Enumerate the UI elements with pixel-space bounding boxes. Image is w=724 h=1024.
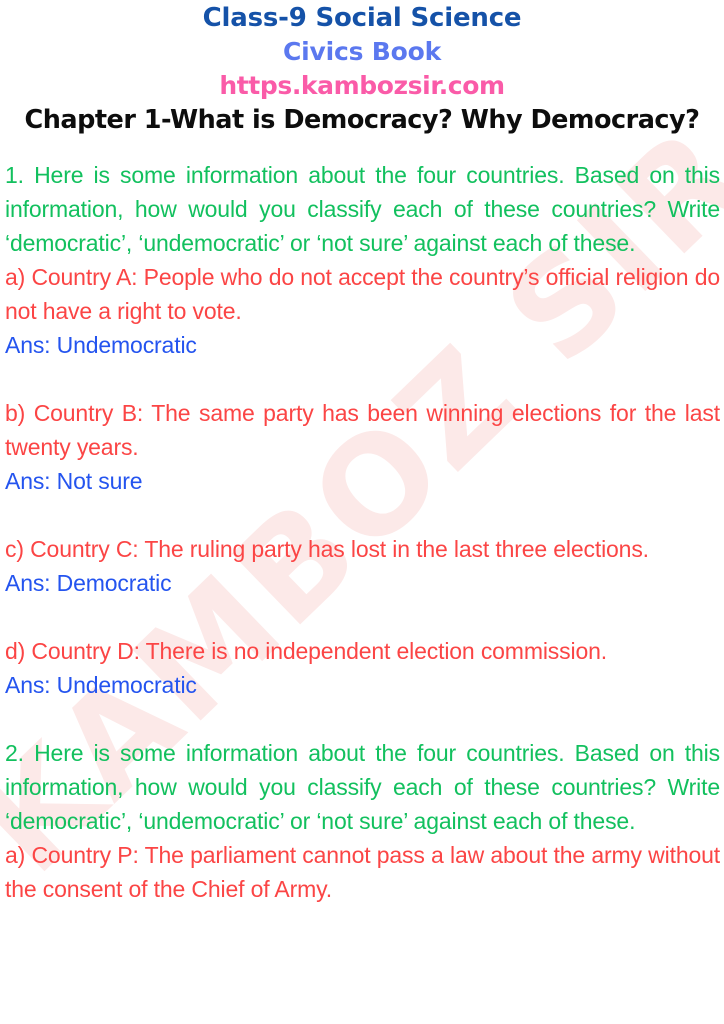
class-subject-title: Class-9 Social Science: [202, 3, 522, 33]
question-1-item-d-prompt: d) Country D: There is no independent el…: [5, 637, 607, 664]
question-1-stem: 1. Here is some information about the fo…: [5, 161, 720, 256]
website-url[interactable]: https.kambozsir.com: [0, 64, 724, 98]
question-2-item-a-prompt: a) Country P: The parliament cannot pass…: [5, 841, 720, 902]
chapter-title: Chapter 1-What is Democracy? Why Democra…: [24, 105, 700, 135]
document-content: Class-9 Social Science Civics Book https…: [0, 0, 724, 906]
question-1-item-a-answer: Ans: Undemocratic: [5, 331, 197, 358]
questions-body: 1. Here is some information about the fo…: [0, 158, 724, 906]
book-title: Civics Book: [282, 37, 442, 66]
question-1-item-c-prompt: c) Country C: The ruling party has lost …: [5, 535, 649, 562]
question-1-item-b-prompt: b) Country B: The same party has been wi…: [5, 399, 720, 460]
question-1-item-c-answer: Ans: Democratic: [5, 569, 172, 596]
question-1-item-d-answer: Ans: Undemocratic: [5, 671, 197, 698]
question-1-item-a-prompt: a) Country A: People who do not accept t…: [5, 263, 720, 324]
question-1-item-b-answer: Ans: Not sure: [5, 467, 143, 494]
question-2-stem: 2. Here is some information about the fo…: [5, 739, 720, 834]
document-page: KAMBOZ SIR Class-9 Social Science Civics…: [0, 0, 724, 1024]
